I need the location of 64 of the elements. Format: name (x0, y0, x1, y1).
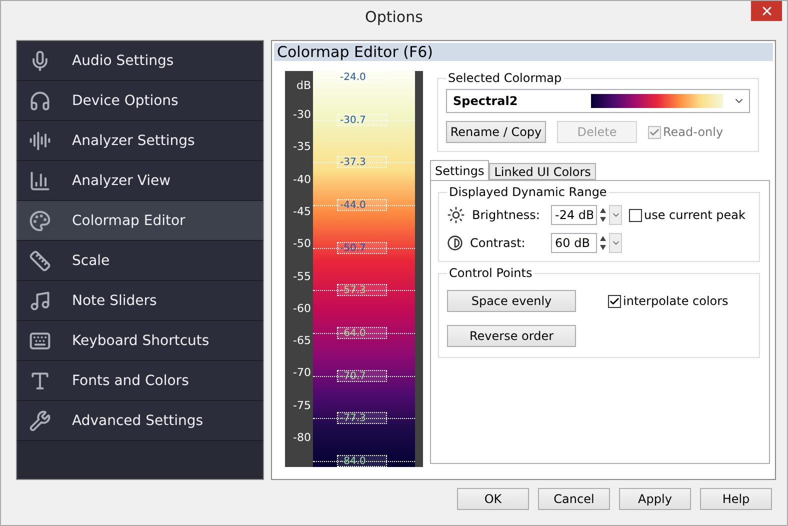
scale-label: -65 (293, 334, 311, 348)
control-point-label[interactable]: -30.7 (337, 114, 387, 126)
control-point-label[interactable]: -84.0 (337, 455, 387, 467)
sidebar-item[interactable]: Device Options (17, 81, 263, 121)
palette-icon (28, 210, 52, 232)
checkbox-label: Read-only (663, 125, 724, 139)
sidebar-item[interactable]: Analyzer View (17, 161, 263, 201)
contrast-icon (447, 235, 463, 251)
sound-wave-icon (28, 130, 52, 152)
control-point-label[interactable]: -64.0 (337, 327, 387, 339)
reverse-order-button[interactable]: Reverse order (447, 325, 576, 347)
group-legend: Selected Colormap (446, 71, 564, 85)
spin-field[interactable]: 60 dB (551, 233, 597, 253)
scale-label: dB (296, 79, 311, 92)
sidebar-item[interactable]: Note Sliders (17, 281, 263, 321)
space-evenly-button[interactable]: Space evenly (447, 290, 576, 312)
group-legend: Control Points (447, 266, 534, 280)
sun-icon (447, 206, 465, 224)
control-point-label[interactable]: -37.3 (337, 156, 387, 168)
scale-label: -75 (293, 398, 311, 412)
scale-label: -30 (293, 108, 311, 121)
window-title: Options (365, 8, 423, 26)
sidebar-item[interactable]: Keyboard Shortcuts (17, 321, 263, 361)
panel-title: Colormap Editor (F6) (274, 43, 773, 61)
ruler-icon (28, 250, 52, 272)
tab[interactable]: Linked UI Colors (489, 163, 596, 180)
scale-label: -60 (293, 302, 311, 315)
scale-label: -70 (293, 366, 311, 380)
scale-label: -80 (293, 431, 311, 444)
colormap-dropdown[interactable]: Spectral2 (446, 89, 750, 113)
scale-label: -50 (293, 237, 311, 250)
checkbox[interactable] (629, 208, 642, 222)
control-point-label[interactable]: -77.3 (337, 412, 387, 424)
dialog-button[interactable]: Help (700, 488, 772, 510)
checkbox-label: interpolate colors (623, 294, 728, 308)
control-point-label[interactable]: -70.7 (337, 370, 387, 382)
checkbox-label: use current peak (644, 208, 746, 222)
checkbox[interactable] (608, 294, 621, 308)
control-point-label[interactable]: -44.0 (337, 199, 387, 211)
group-legend: Displayed Dynamic Range (447, 185, 609, 199)
wrench-icon (28, 410, 52, 432)
scale-label: -40 (293, 172, 311, 186)
scale-label: -55 (293, 270, 311, 282)
sidebar-item[interactable]: Analyzer Settings (17, 121, 263, 161)
bar-chart-icon (28, 170, 52, 192)
music-note-icon (28, 290, 52, 312)
rename-button[interactable]: Rename / Copy (446, 121, 546, 143)
keyboard-icon (28, 330, 52, 352)
dialog-button[interactable]: Apply (619, 488, 691, 510)
sidebar-item[interactable]: Audio Settings (17, 41, 263, 81)
sidebar-item[interactable]: Advanced Settings (17, 401, 263, 441)
tab[interactable]: Settings (430, 160, 490, 180)
sidebar-item[interactable]: Colormap Editor (17, 201, 263, 241)
control-point-label[interactable]: -24.0 (337, 71, 387, 83)
sidebar-item[interactable]: Fonts and Colors (17, 361, 263, 401)
sidebar-item[interactable]: Scale (17, 241, 263, 281)
dialog-button[interactable]: Cancel (538, 488, 610, 510)
close-button[interactable] (751, 1, 782, 21)
scale-label: -45 (293, 204, 311, 218)
headphones-icon (28, 90, 52, 112)
dialog-button[interactable]: OK (457, 488, 529, 510)
field-label: Contrast: (470, 236, 526, 250)
scale-label: -35 (293, 140, 311, 154)
field-label: Brightness: (472, 208, 541, 222)
